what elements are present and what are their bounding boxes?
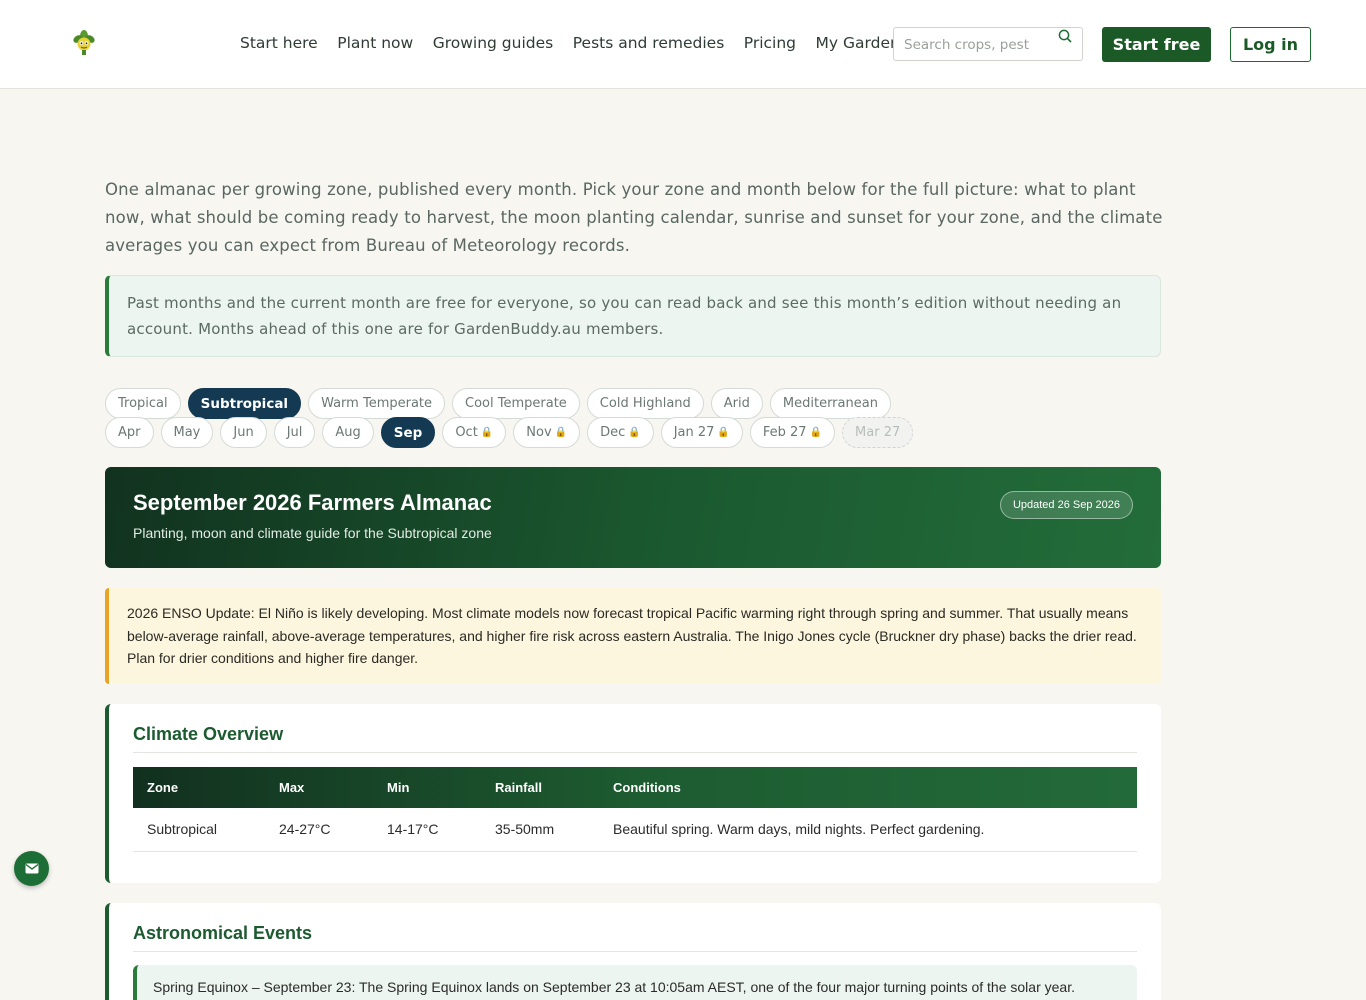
climate-overview-card: Climate Overview Zone Max Min Rainfall C… (105, 704, 1161, 883)
almanac-hero: September 2026 Farmers Almanac Planting,… (105, 467, 1161, 568)
almanac-subtitle: Planting, moon and climate guide for the… (133, 525, 492, 541)
contact-mail-button[interactable] (14, 851, 49, 886)
month-label: Jul (286, 425, 303, 440)
table-cell: Beautiful spring. Warm days, mild nights… (599, 808, 1137, 852)
lock-icon: 🔒 (554, 427, 568, 438)
table-cell: Subtropical (133, 808, 265, 852)
month-pill-oct[interactable]: Oct 🔒 (442, 417, 507, 448)
event-item: Spring Equinox – September 23: The Sprin… (133, 965, 1137, 1000)
nav-plant-now[interactable]: Plant now (337, 33, 413, 53)
table-header-row: Zone Max Min Rainfall Conditions (133, 767, 1137, 808)
section-title: Climate Overview (133, 724, 284, 744)
table-cell: 24-27°C (265, 808, 373, 852)
divider (133, 752, 1137, 753)
lock-icon: 🔒 (480, 427, 494, 438)
month-label: Aug (335, 425, 361, 440)
updated-badge: Updated 26 Sep 2026 (999, 491, 1133, 519)
lock-icon: 🔒 (628, 427, 641, 438)
nav-my-garden[interactable]: My Garden (816, 33, 900, 53)
section-title: Astronomical Events (133, 923, 313, 943)
zone-pill-tropical[interactable]: Tropical (105, 388, 181, 419)
month-label: Sep (393, 424, 423, 441)
climate-table: Zone Max Min Rainfall Conditions Subtrop… (133, 767, 1137, 852)
nav-growing-guides[interactable]: Growing guides (433, 33, 554, 53)
lock-icon: 🔒 (809, 427, 823, 438)
month-pill-mar-27: Mar 27 (842, 417, 914, 448)
free-access-notice: Past months and the current month are fr… (105, 275, 1161, 357)
month-pill-apr[interactable]: Apr (105, 417, 154, 448)
column-header: Rainfall (495, 780, 542, 795)
astronomical-events-card: Astronomical Events Spring Equinox – Sep… (105, 903, 1161, 1000)
divider (133, 951, 1137, 952)
site-logo-icon[interactable] (68, 26, 100, 58)
nav-pricing[interactable]: Pricing (744, 33, 796, 53)
month-label: Oct (455, 425, 478, 440)
month-label: Feb 27 (762, 425, 807, 440)
month-selector: Apr May Jun Jul Aug Sep Oct 🔒 Nov 🔒 Dec 🔒 J… (105, 417, 920, 448)
search-icon[interactable] (1057, 28, 1073, 46)
mail-icon (25, 863, 38, 874)
month-label: Jan 27 (673, 425, 715, 440)
column-header: Min (387, 780, 410, 795)
almanac-title: September 2026 Farmers Almanac (133, 490, 492, 515)
zone-pill-warm-temperate[interactable]: Warm Temperate (308, 388, 446, 419)
site-header: Start here Plant now Growing guides Pest… (0, 0, 1366, 89)
month-label: Jun (233, 425, 254, 440)
intro-text: One almanac per growing zone, published … (105, 180, 1163, 255)
table-cell: 14-17°C (373, 808, 481, 852)
month-label: Apr (118, 425, 141, 440)
month-pill-feb-27[interactable]: Feb 27 🔒 (749, 417, 836, 448)
zone-pill-cold-highland[interactable]: Cold Highland (586, 388, 704, 419)
start-free-button[interactable]: Start free (1102, 27, 1211, 62)
month-pill-nov[interactable]: Nov 🔒 (513, 417, 581, 448)
month-pill-may[interactable]: May (160, 417, 214, 448)
table-row: Subtropical 24-27°C 14-17°C 35-50mm Beau… (133, 808, 1137, 852)
month-pill-jan-27[interactable]: Jan 27 🔒 (660, 417, 743, 448)
log-in-button[interactable]: Log in (1230, 27, 1311, 62)
column-header: Conditions (613, 780, 681, 795)
zone-pill-arid[interactable]: Arid (710, 388, 763, 419)
zone-pill-mediterranean[interactable]: Mediterranean (769, 388, 891, 419)
search-box (893, 27, 1083, 61)
column-header: Zone (147, 780, 179, 795)
lock-icon: 🔒 (717, 427, 730, 438)
table-cell: 35-50mm (481, 808, 599, 852)
month-label: May (173, 425, 201, 440)
nav-start-here[interactable]: Start here (240, 33, 318, 53)
month-label: Nov (526, 425, 552, 440)
month-pill-jun[interactable]: Jun (220, 417, 267, 448)
nav-pests-and-remedies[interactable]: Pests and remedies (573, 33, 725, 53)
zone-pill-subtropical[interactable]: Subtropical (187, 388, 302, 419)
zone-selector: Tropical Subtropical Warm Temperate Cool… (105, 388, 898, 419)
month-label: Mar 27 (855, 425, 901, 440)
month-pill-jul[interactable]: Jul (273, 417, 316, 448)
zone-pill-cool-temperate[interactable]: Cool Temperate (452, 388, 580, 419)
month-pill-aug[interactable]: Aug (322, 417, 374, 448)
enso-update-callout: 2026 ENSO Update: El Niño is likely deve… (105, 588, 1161, 684)
month-pill-dec[interactable]: Dec 🔒 (587, 417, 654, 448)
month-label: Dec (600, 425, 626, 440)
main-nav: Start here Plant now Growing guides Pest… (240, 33, 919, 53)
column-header: Max (279, 780, 305, 795)
month-pill-sep[interactable]: Sep (380, 417, 436, 448)
search-input[interactable] (904, 35, 1054, 55)
